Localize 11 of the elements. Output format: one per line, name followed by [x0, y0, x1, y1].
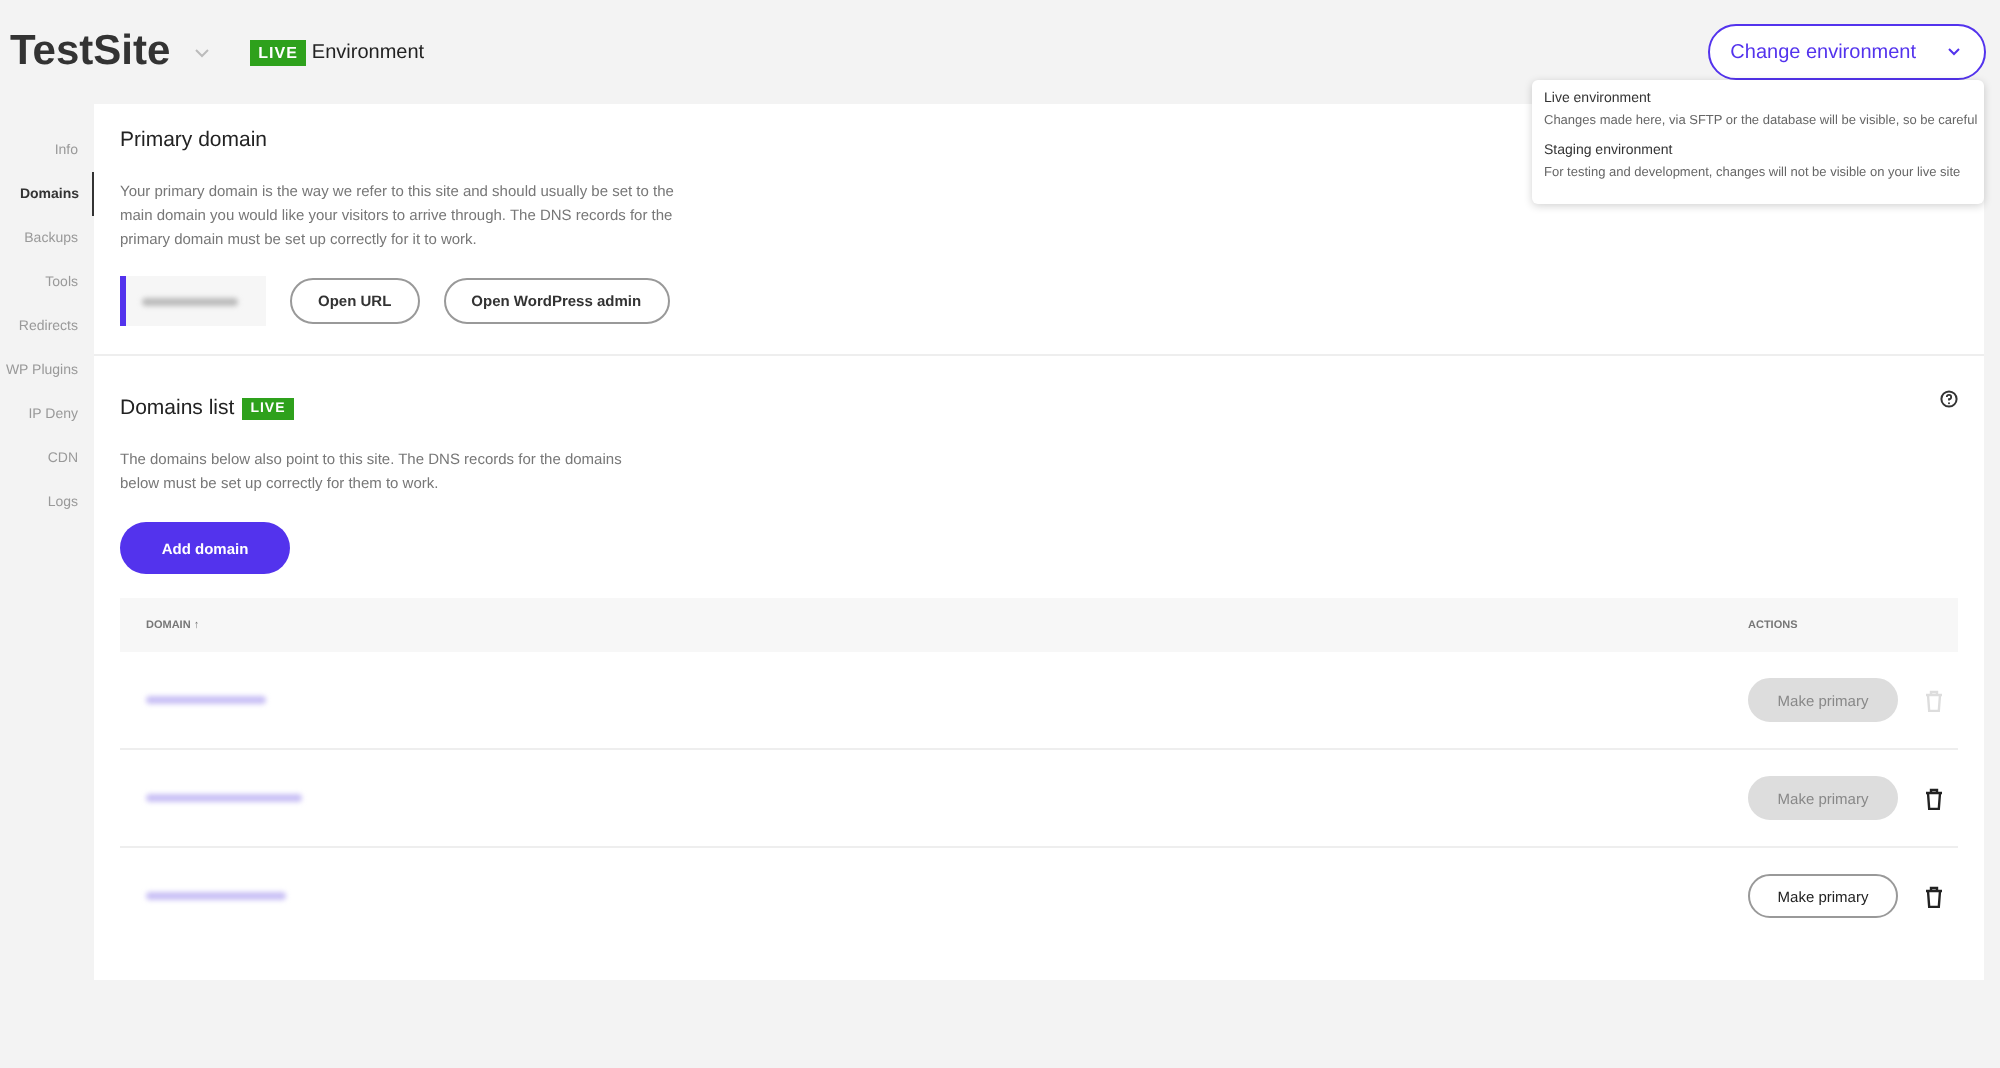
chevron-down-icon — [1948, 48, 1960, 56]
section-title: Domains list — [120, 396, 235, 420]
change-environment-button[interactable]: Change environment — [1708, 24, 1986, 80]
site-name: TestSite — [10, 28, 171, 76]
blurred-domain — [146, 892, 286, 900]
help-icon[interactable] — [1940, 390, 1958, 408]
blurred-domain — [146, 696, 266, 704]
trash-icon[interactable] — [1924, 885, 1944, 907]
live-badge: LIVE — [250, 39, 306, 65]
environment-label: Environment — [311, 41, 425, 63]
section-title: Primary domain — [120, 128, 268, 152]
